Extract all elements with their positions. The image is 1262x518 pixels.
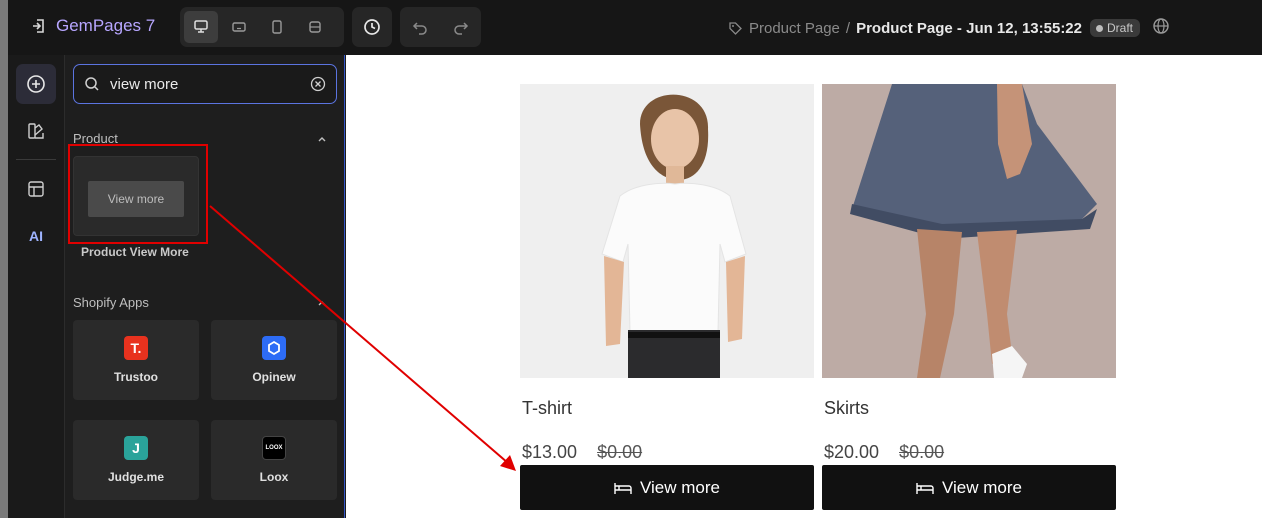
trustoo-icon: T. (124, 336, 148, 360)
app-card-loox[interactable]: LOOX Loox (211, 420, 337, 500)
add-element-button[interactable] (16, 64, 56, 104)
layout-icon (28, 181, 44, 197)
responsive-view-button[interactable] (298, 11, 332, 43)
rail-divider (16, 159, 56, 160)
app-name: Opinew (252, 370, 296, 384)
device-switcher (180, 7, 344, 47)
judgeme-icon: J (124, 436, 148, 460)
desktop-icon (194, 20, 208, 33)
breadcrumb-separator: / (845, 19, 851, 37)
bed-icon (614, 482, 632, 494)
mobile-icon (272, 20, 282, 34)
compare-at-price: $0.00 (597, 442, 643, 462)
page-title[interactable]: Product Page - Jun 12, 13:55:22 (856, 20, 1082, 37)
product-card-skirts[interactable]: Skirts $20.00 $0.00 View more (822, 84, 1116, 510)
globe-icon[interactable] (1152, 17, 1170, 35)
status-dot (1096, 24, 1103, 32)
ai-button[interactable]: AI (16, 216, 56, 256)
layout-button[interactable] (16, 169, 56, 209)
editor-canvas[interactable]: T-shirt $13.00 $0.00 View more Skirts $2… (346, 55, 1262, 518)
elements-panel: view more Product View more Product View… (65, 55, 345, 518)
view-more-label: View more (640, 477, 720, 497)
product-price: $13.00 (522, 442, 578, 462)
app-name: Loox (259, 470, 289, 484)
left-rail: AI (8, 55, 65, 518)
app-logo[interactable]: GemPages 7 (30, 16, 155, 36)
opinew-icon (262, 336, 286, 360)
app-card-opinew[interactable]: Opinew (211, 320, 337, 400)
status-label: Draft (1107, 21, 1134, 35)
app-name: Judge.me (107, 470, 164, 484)
annotation-highlight-box (68, 144, 208, 244)
search-icon (85, 77, 99, 91)
chevron-up-icon[interactable] (316, 297, 328, 309)
history-button[interactable] (352, 7, 392, 47)
tablet-view-button[interactable] (222, 11, 256, 43)
app-card-judgeme[interactable]: J Judge.me (73, 420, 199, 500)
tag-icon (729, 21, 742, 35)
compare-at-price: $0.00 (899, 442, 945, 462)
plus-circle-icon (27, 75, 45, 93)
product-image-skirts[interactable] (822, 84, 1116, 378)
responsive-icon (309, 21, 321, 33)
breadcrumb-parent[interactable]: Product Page (749, 20, 840, 37)
product-image-tshirt[interactable] (520, 84, 814, 378)
section-title-shopify-apps[interactable]: Shopify Apps (73, 295, 149, 310)
breadcrumb: Product Page / Product Page - Jun 12, 13… (728, 19, 1141, 37)
product-title[interactable]: T-shirt (522, 398, 814, 419)
product-price: $20.00 (824, 442, 880, 462)
chevron-up-icon[interactable] (316, 133, 328, 145)
bed-icon (916, 482, 934, 494)
product-price-group: $13.00 $0.00 (522, 442, 814, 463)
theme-styles-button[interactable] (16, 111, 56, 151)
window-edge (0, 0, 8, 518)
undo-icon[interactable] (412, 19, 428, 35)
palette-icon (28, 123, 44, 139)
clear-search-icon[interactable] (310, 76, 326, 92)
top-bar: GemPages 7 Product Page / Product Page -… (8, 0, 1262, 55)
view-more-button[interactable]: View more (520, 465, 814, 510)
clock-icon (364, 19, 380, 35)
loox-icon: LOOX (262, 436, 286, 460)
app-name: GemPages 7 (56, 16, 156, 35)
desktop-view-button[interactable] (184, 11, 218, 43)
tablet-landscape-icon (232, 22, 246, 32)
undo-redo-group (400, 7, 481, 47)
exit-icon[interactable] (30, 17, 48, 35)
product-price-group: $20.00 $0.00 (824, 442, 1116, 463)
product-view-more-label: Product View More (81, 245, 189, 259)
search-input[interactable]: view more (73, 64, 337, 104)
view-more-label: View more (942, 477, 1022, 497)
mobile-view-button[interactable] (260, 11, 294, 43)
search-value: view more (110, 75, 179, 93)
ai-label: AI (29, 228, 43, 244)
app-name: Trustoo (114, 370, 158, 384)
product-card-tshirt[interactable]: T-shirt $13.00 $0.00 View more (520, 84, 814, 510)
view-more-button[interactable]: View more (822, 465, 1116, 510)
redo-icon[interactable] (453, 19, 469, 35)
status-badge: Draft (1090, 19, 1141, 37)
product-title[interactable]: Skirts (824, 398, 1116, 419)
app-card-trustoo[interactable]: T. Trustoo (73, 320, 199, 400)
